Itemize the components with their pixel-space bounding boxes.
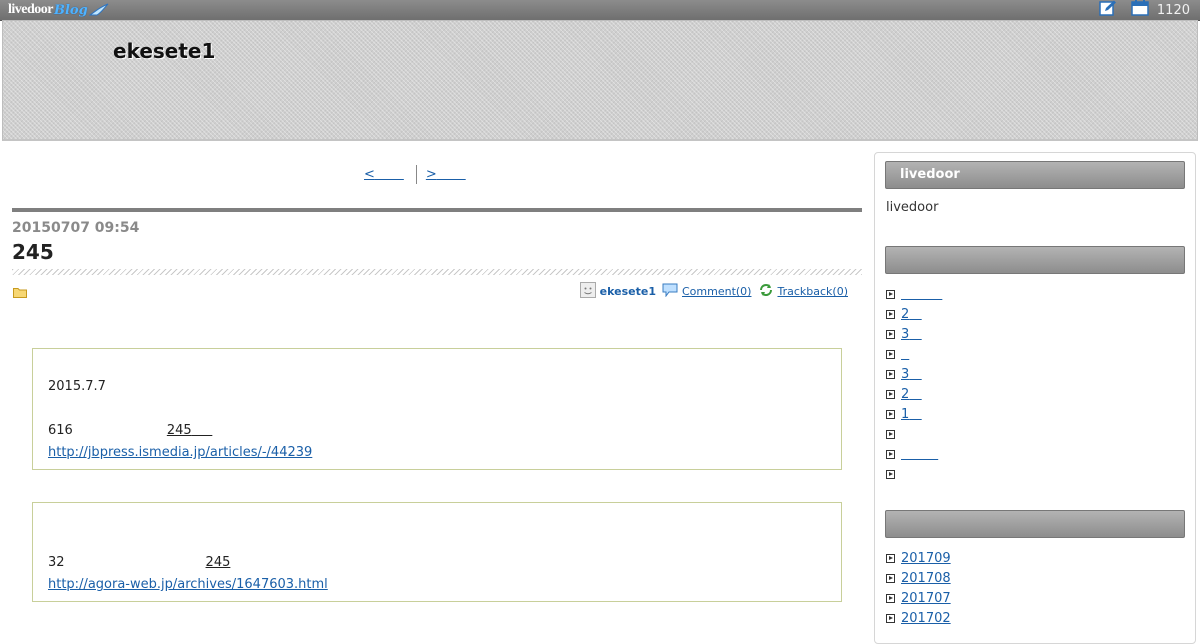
list-item: 2 — [886, 384, 942, 404]
category-list: 2 3 3 2 1 — [886, 284, 942, 484]
quote-text-b: 245 — [205, 555, 231, 570]
archive-list: 201709 201708 201707 201702 — [886, 548, 951, 628]
pager-divider — [415, 165, 417, 184]
sidebar-heading-archives — [885, 510, 1185, 538]
toolbar-right: 1120 — [1085, 0, 1190, 20]
next-label: > — [425, 167, 437, 182]
folder-icon[interactable] — [13, 283, 27, 302]
archive-link[interactable]: 201708 — [901, 571, 951, 586]
prev-label: < — [364, 167, 375, 182]
author-avatar-icon — [579, 282, 596, 301]
quote-box: 2015.7.7 616 245 http://jbpress.ismedia.j… — [32, 348, 842, 470]
quote-text-a: 32 — [48, 555, 65, 570]
livedoor-blog-logo[interactable]: livedoor Blog — [8, 1, 109, 19]
bullet-icon — [886, 613, 895, 623]
sidebar-heading-profile: livedoor — [885, 161, 1185, 189]
edit-icon[interactable] — [1099, 0, 1117, 20]
quote-text: 616 245 — [48, 423, 212, 438]
quote-text-b: 245 — [166, 423, 192, 438]
sidebar-profile-text: livedoor — [886, 200, 939, 215]
bullet-icon — [886, 469, 895, 479]
bullet-icon — [886, 309, 895, 319]
bullet-icon — [886, 389, 895, 399]
entry-author-link[interactable]: ekesete1 — [600, 285, 656, 298]
entry-date: 20150707 09:54 — [12, 220, 140, 236]
archive-link[interactable]: 201707 — [901, 591, 951, 606]
quote-text: 32 245 — [48, 555, 230, 570]
bullet-icon — [886, 593, 895, 603]
quote-date: 2015.7.7 — [48, 379, 106, 394]
list-item: 3 — [886, 364, 942, 384]
list-item: 201709 — [886, 548, 951, 568]
list-item: 3 — [886, 324, 942, 344]
sidebar-heading-categories — [885, 246, 1185, 274]
bullet-icon — [886, 349, 895, 359]
category-link[interactable] — [901, 447, 938, 462]
trackback-icon — [759, 283, 773, 300]
quote-source-link[interactable]: http://jbpress.ismedia.jp/articles/-/442… — [48, 445, 312, 460]
list-item — [886, 344, 942, 364]
calendar-count: 1120 — [1156, 2, 1190, 18]
top-toolbar: livedoor Blog 1120 — [0, 0, 1200, 21]
logo-text: livedoor — [8, 2, 54, 17]
list-item: 1 — [886, 404, 942, 424]
archive-link[interactable]: 201709 — [901, 551, 951, 566]
list-item: 201702 — [886, 608, 951, 628]
category-link[interactable]: 3 — [901, 327, 922, 342]
category-link[interactable]: 2 — [901, 307, 922, 322]
entry-title: 245 — [12, 240, 54, 264]
bullet-icon — [886, 329, 895, 339]
bullet-icon — [886, 573, 895, 583]
entry-title-divider — [12, 269, 862, 275]
comment-link[interactable]: Comment(0) — [682, 285, 751, 298]
category-link[interactable]: 2 — [901, 387, 922, 402]
bullet-icon — [886, 429, 895, 439]
bullet-icon — [886, 553, 895, 563]
blog-header-banner: ekesete1 — [2, 20, 1198, 141]
bird-icon — [88, 3, 109, 16]
list-item: 2 — [886, 304, 942, 324]
blog-title[interactable]: ekesete1 — [113, 39, 215, 63]
calendar-icon[interactable] — [1131, 0, 1149, 20]
quote-text-a: 616 — [48, 423, 73, 438]
bullet-icon — [886, 369, 895, 379]
quote-box: 32 245 http://agora-web.jp/archives/16476… — [32, 502, 842, 602]
list-item: 201707 — [886, 588, 951, 608]
bullet-icon — [886, 449, 895, 459]
list-item — [886, 284, 942, 304]
category-link[interactable]: 3 — [901, 367, 922, 382]
list-item — [886, 444, 942, 464]
next-entry-link[interactable]: > — [426, 167, 466, 182]
entry-pager: < > — [364, 165, 466, 184]
bullet-icon — [886, 409, 895, 419]
bullet-icon — [886, 289, 895, 299]
list-item — [886, 464, 942, 484]
list-item — [886, 424, 942, 444]
category-link[interactable] — [901, 287, 942, 302]
list-item: 201708 — [886, 568, 951, 588]
entry-top-rule — [12, 208, 862, 212]
category-link[interactable] — [901, 347, 909, 362]
archive-link[interactable]: 201702 — [901, 611, 951, 626]
category-link[interactable]: 1 — [901, 407, 922, 422]
entry-meta: ekesete1 Comment(0) Trackback(0) — [579, 282, 856, 301]
trackback-link[interactable]: Trackback(0) — [777, 285, 848, 298]
prev-entry-link[interactable]: < — [364, 167, 404, 182]
quote-source-link[interactable]: http://agora-web.jp/archives/1647603.htm… — [48, 577, 328, 592]
sidebar: livedoor livedoor 2 3 3 2 1 201709 20170… — [874, 152, 1196, 644]
logo-blog-text: Blog — [54, 2, 88, 18]
comment-icon — [662, 283, 678, 300]
